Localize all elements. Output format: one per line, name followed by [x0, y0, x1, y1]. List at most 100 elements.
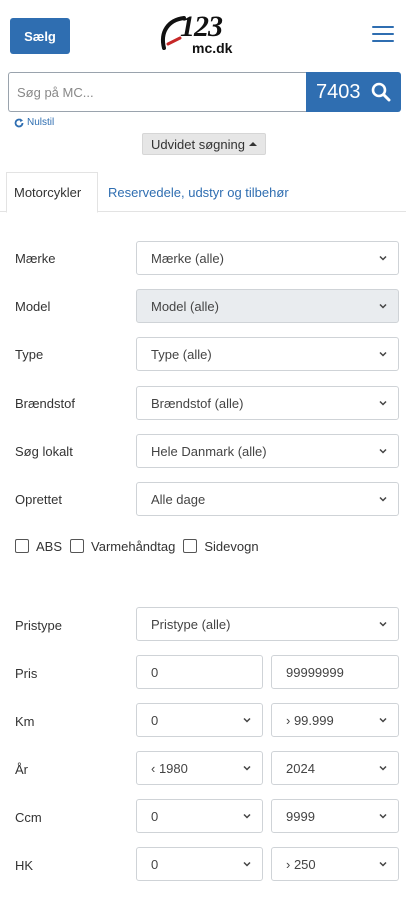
- chevron-down-icon: [243, 861, 251, 867]
- year-from-select[interactable]: ‹ 1980: [136, 751, 263, 785]
- advanced-search-button[interactable]: Udvidet søgning: [142, 133, 266, 155]
- km-to-select[interactable]: › 99.999: [271, 703, 399, 737]
- feature-checkboxes: ABS Varmehåndtag Sidevogn: [15, 536, 267, 556]
- chevron-down-icon: [379, 448, 387, 454]
- filter-km-label: Km: [15, 713, 35, 729]
- filter-model: Model Model (alle): [0, 288, 406, 324]
- fuel-select-value: Brændstof (alle): [151, 395, 244, 411]
- filter-created-label: Oprettet: [15, 491, 62, 507]
- sidecar-checkbox[interactable]: Sidevogn: [183, 538, 259, 554]
- search-button[interactable]: 7403: [306, 72, 401, 112]
- filter-year: År ‹ 1980 2024: [0, 751, 406, 787]
- chevron-down-icon: [243, 765, 251, 771]
- advanced-search-label: Udvidet søgning: [151, 136, 245, 152]
- make-select-value: Mærke (alle): [151, 250, 224, 266]
- filter-fuel: Brændstof Brændstof (alle): [0, 385, 406, 421]
- filter-hp: HK 0 › 250: [0, 847, 406, 883]
- hamburger-menu-icon[interactable]: [372, 26, 394, 44]
- make-select[interactable]: Mærke (alle): [136, 241, 399, 275]
- abs-checkbox[interactable]: ABS: [15, 539, 62, 554]
- chevron-down-icon: [379, 496, 387, 502]
- chevron-down-icon: [379, 861, 387, 867]
- filter-model-label: Model: [15, 298, 51, 314]
- model-select[interactable]: Model (alle): [136, 289, 399, 323]
- sell-button[interactable]: Sælg: [10, 18, 70, 54]
- search-icon: [371, 82, 391, 102]
- reset-link[interactable]: Nulstil: [14, 117, 54, 128]
- logo[interactable]: 123 mc.dk: [158, 8, 250, 62]
- filter-ccm-label: Ccm: [15, 809, 42, 825]
- type-select-value: Type (alle): [151, 346, 212, 362]
- hp-from-select[interactable]: 0: [136, 847, 263, 881]
- created-select-value: Alle dage: [151, 491, 206, 507]
- logo-number: 123: [180, 10, 223, 43]
- local-select[interactable]: Hele Danmark (alle): [136, 434, 399, 468]
- local-select-value: Hele Danmark (alle): [151, 443, 267, 459]
- hp-to-select[interactable]: › 250: [271, 847, 399, 881]
- price-from-input[interactable]: 0: [136, 655, 263, 689]
- filter-local: Søg lokalt Hele Danmark (alle): [0, 433, 406, 469]
- model-select-value: Model (alle): [151, 298, 219, 314]
- chevron-down-icon: [379, 765, 387, 771]
- created-select[interactable]: Alle dage: [136, 482, 399, 516]
- filter-hp-label: HK: [15, 857, 34, 873]
- chevron-down-icon: [379, 400, 387, 406]
- chevron-down-icon: [379, 303, 387, 309]
- caret-up-icon: [248, 142, 257, 146]
- sidecar-label: Sidevogn: [204, 538, 259, 554]
- km-from-select[interactable]: 0: [136, 703, 263, 737]
- chevron-down-icon: [379, 255, 387, 261]
- km-to-value: › 99.999: [286, 712, 334, 728]
- filter-type-label: Type: [15, 346, 44, 362]
- heated-grips-checkbox[interactable]: Varmehåndtag: [70, 539, 175, 554]
- tab-motorcycles[interactable]: Motorcykler: [6, 172, 98, 213]
- ccm-to-select[interactable]: 9999: [271, 799, 399, 833]
- checkbox-box[interactable]: [183, 539, 198, 553]
- chevron-down-icon: [379, 351, 387, 357]
- price-to-value: 99999999: [286, 664, 344, 680]
- tab-parts[interactable]: Reservedele, udstyr og tilbehør: [108, 172, 289, 212]
- chevron-down-icon: [379, 621, 387, 627]
- hp-to-value: › 250: [286, 856, 316, 872]
- filter-price: Pris 0 99999999: [0, 655, 406, 691]
- refresh-icon: [14, 118, 24, 127]
- price-to-input[interactable]: 99999999: [271, 655, 399, 689]
- search-input[interactable]: [8, 72, 306, 112]
- year-to-select[interactable]: 2024: [271, 751, 399, 785]
- ccm-from-select[interactable]: 0: [136, 799, 263, 833]
- price-type-select[interactable]: Pristype (alle): [136, 607, 399, 641]
- reset-label: Nulstil: [27, 117, 55, 128]
- category-tabs: Motorcykler Reservedele, udstyr og tilbe…: [0, 172, 406, 213]
- filter-year-label: År: [15, 761, 28, 777]
- ccm-to-value: 9999: [286, 808, 315, 824]
- checkbox-box[interactable]: [15, 539, 29, 553]
- filter-make: Mærke Mærke (alle): [0, 240, 406, 276]
- chevron-down-icon: [243, 717, 251, 723]
- price-type-select-value: Pristype (alle): [151, 616, 231, 632]
- filter-created: Oprettet Alle dage: [0, 481, 406, 517]
- filter-ccm: Ccm 0 9999: [0, 799, 406, 835]
- year-to-value: 2024: [286, 760, 315, 776]
- chevron-down-icon: [379, 717, 387, 723]
- chevron-down-icon: [243, 813, 251, 819]
- hp-from-value: 0: [151, 856, 159, 872]
- heated-grips-label: Varmehåndtag: [91, 538, 176, 554]
- price-from-value: 0: [151, 664, 159, 680]
- filter-price-type-label: Pristype: [15, 617, 62, 633]
- logo-domain: mc.dk: [192, 40, 233, 56]
- filter-km: Km 0 › 99.999: [0, 703, 406, 739]
- filter-price-label: Pris: [15, 665, 38, 681]
- abs-label: ABS: [36, 538, 63, 554]
- year-from-value: ‹ 1980: [151, 760, 188, 776]
- fuel-select[interactable]: Brændstof (alle): [136, 386, 399, 420]
- type-select[interactable]: Type (alle): [136, 337, 399, 371]
- header: Sælg 123 mc.dk: [0, 0, 406, 70]
- filter-type: Type Type (alle): [0, 336, 406, 372]
- filter-local-label: Søg lokalt: [15, 443, 73, 459]
- checkbox-box[interactable]: [70, 539, 85, 553]
- ccm-from-value: 0: [151, 808, 159, 824]
- filter-price-type: Pristype Pristype (alle): [0, 607, 406, 643]
- filter-fuel-label: Brændstof: [15, 395, 75, 411]
- filter-make-label: Mærke: [15, 250, 56, 266]
- km-from-value: 0: [151, 712, 159, 728]
